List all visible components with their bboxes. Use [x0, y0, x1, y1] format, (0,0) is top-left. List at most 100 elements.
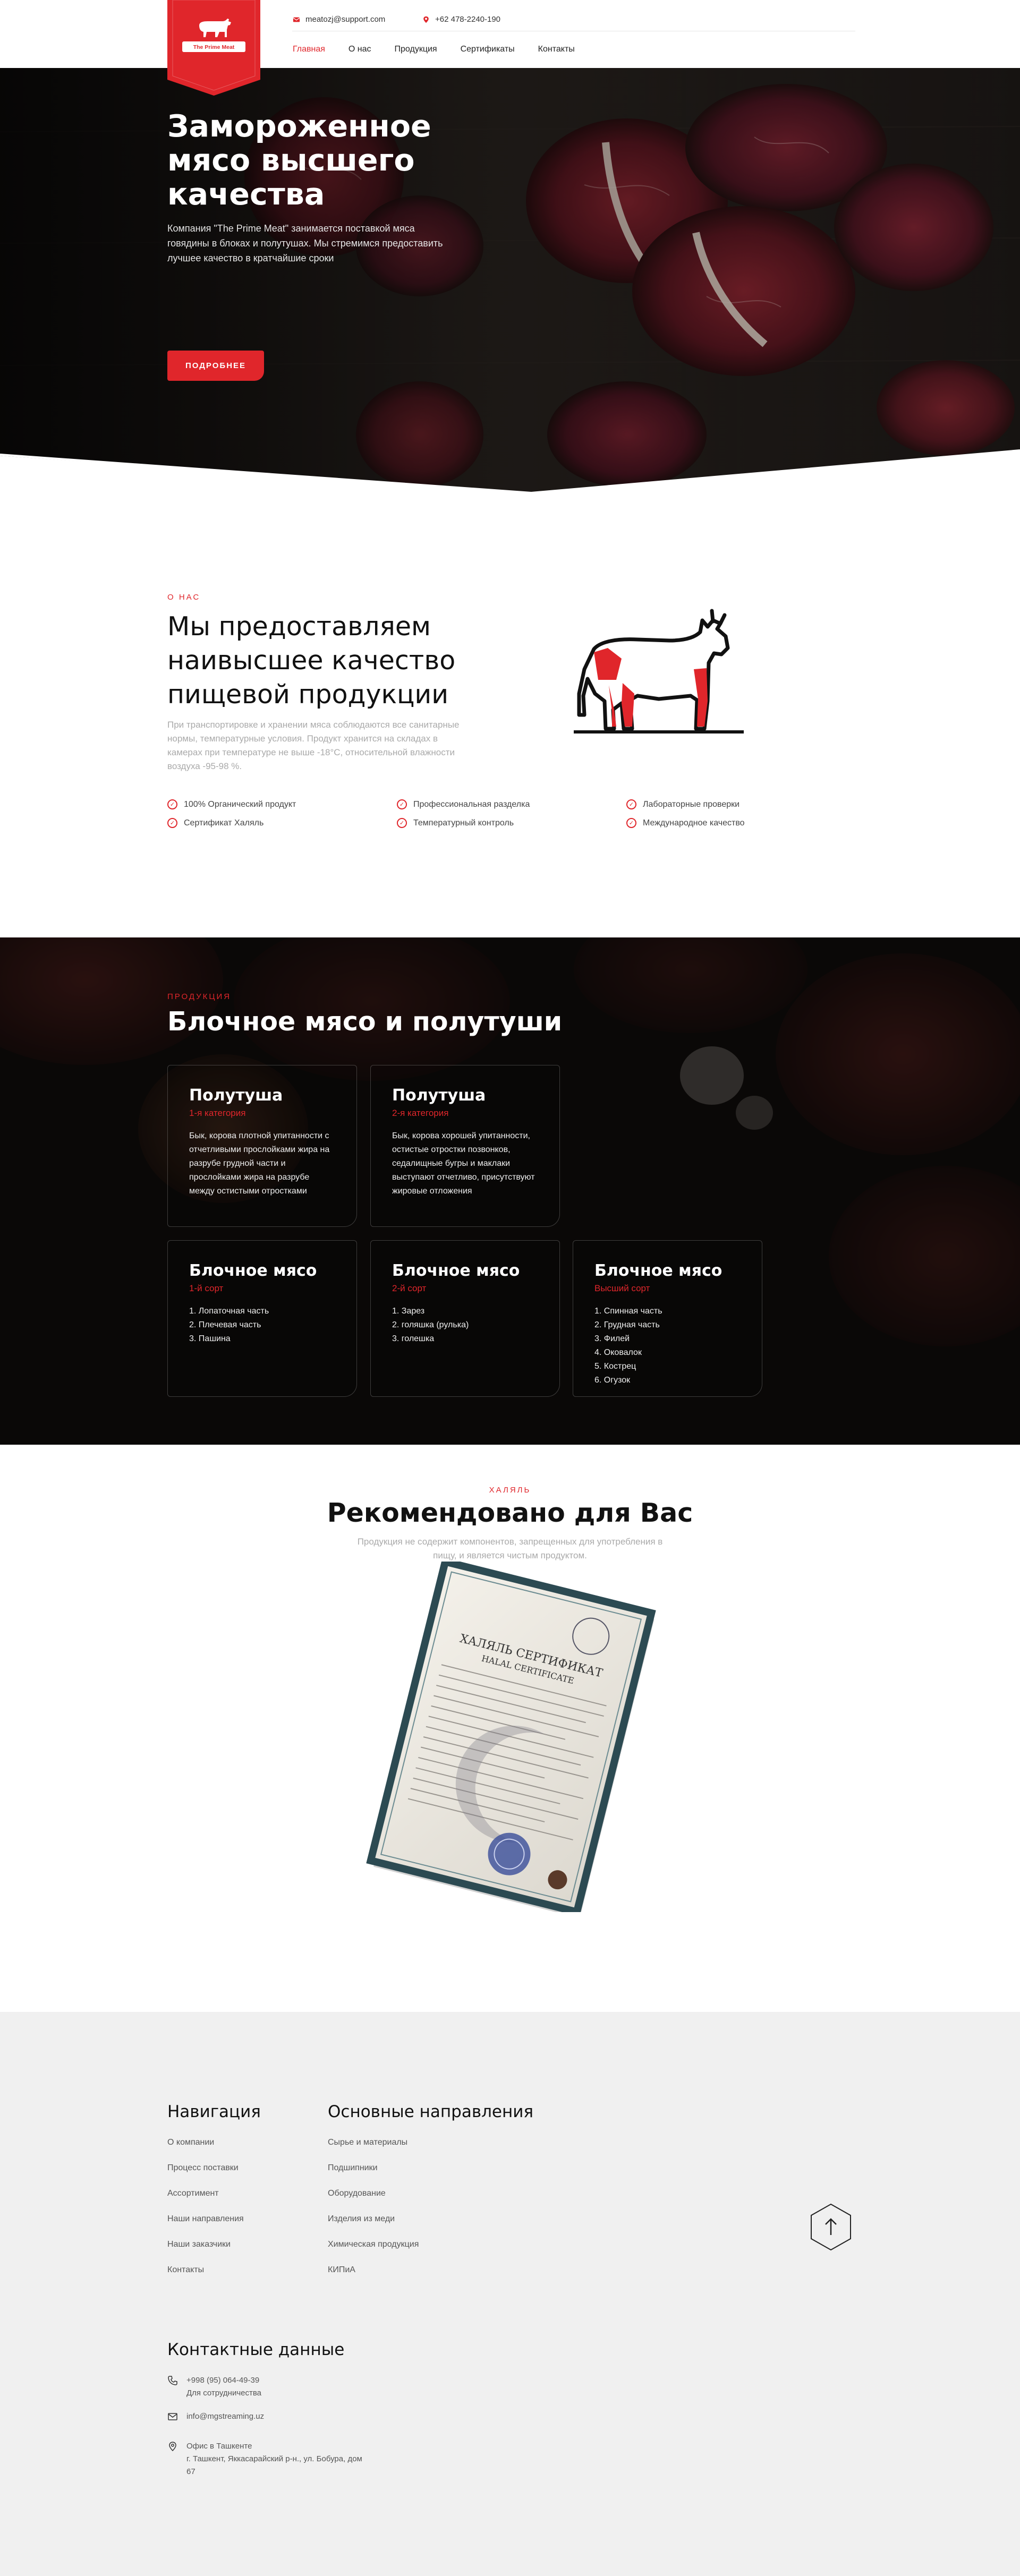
feature-label: Международное качество — [643, 818, 745, 828]
product-card-list: 1. Лопаточная часть 2. Плечевая часть 3.… — [189, 1304, 335, 1346]
nav-item-contacts[interactable]: Контакты — [538, 45, 575, 54]
scroll-to-top-button[interactable] — [810, 2203, 852, 2251]
footer-nav-title: Навигация — [167, 2102, 261, 2121]
product-card[interactable]: Блочное мясо 2-й сорт 1. Зарез 2. голяшк… — [370, 1240, 560, 1397]
footer-direction-link[interactable]: Оборудование — [328, 2189, 419, 2214]
footer-office-title: Офис в Ташкенте — [186, 2442, 252, 2451]
hero-section — [0, 68, 1020, 493]
product-list-item: 2. голяшка (рулька) — [392, 1320, 469, 1329]
header-phone-text: +62 478-2240-190 — [435, 15, 501, 24]
hero-more-button[interactable]: ПОДРОБНЕЕ — [167, 351, 265, 381]
location-pin-icon — [423, 16, 429, 23]
product-card-subtitle: 1-й сорт — [189, 1283, 224, 1293]
mail-icon — [293, 17, 300, 22]
site-logo[interactable]: The Prime Meat — [167, 0, 260, 96]
product-list-item: 3. Филей — [594, 1334, 630, 1343]
check-icon: ✓ — [167, 818, 177, 828]
product-card-list: 1. Спинная часть 2. Грудная часть 3. Фил… — [594, 1304, 741, 1387]
product-list-item: 3. Пашина — [189, 1334, 231, 1343]
products-title: Блочное мясо и полутуши — [167, 1006, 563, 1037]
check-icon: ✓ — [626, 818, 636, 828]
footer-direction-link[interactable]: Сырье и материалы — [328, 2138, 419, 2163]
check-icon: ✓ — [626, 799, 636, 809]
mail-icon — [168, 2413, 177, 2420]
product-card-title: Блочное мясо — [594, 1261, 722, 1280]
cow-illustration — [574, 609, 744, 733]
footer-direction-link[interactable]: КИПиА — [328, 2265, 419, 2291]
feature-label: Лабораторные проверки — [643, 799, 740, 809]
footer-directions-links: Сырье и материалы Подшипники Оборудовани… — [328, 2138, 419, 2291]
footer-office-address: г. Ташкент, Яккасарайский р-н., ул. Бобу… — [186, 2454, 362, 2476]
footer-contacts-title: Контактные данные — [167, 2340, 345, 2359]
product-card-subtitle: 1-я категория — [189, 1108, 246, 1118]
footer-office: Офис в Ташкенте г. Ташкент, Яккасарайски… — [167, 2440, 367, 2478]
footer-nav-link[interactable]: Контакты — [167, 2265, 244, 2291]
footer-direction-link[interactable]: Подшипники — [328, 2163, 419, 2189]
feature-label: 100% Органический продукт — [184, 799, 296, 809]
footer-nav-link[interactable]: Наши направления — [167, 2214, 244, 2240]
main-nav: Главная О нас Продукция Сертификаты Конт… — [293, 45, 575, 54]
nav-item-about[interactable]: О нас — [348, 45, 371, 54]
check-icon: ✓ — [397, 818, 407, 828]
header-email-text: meatozj@support.com — [305, 15, 386, 24]
product-list-item: 5. Кострец — [594, 1362, 636, 1371]
footer-direction-link[interactable]: Изделия из меди — [328, 2214, 419, 2240]
product-list-item: 4. Оковалок — [594, 1348, 642, 1357]
product-card-body: Бык, корова плотной упитанности с отчетл… — [189, 1131, 330, 1196]
hero-description: Компания "The Prime Meat" занимается пос… — [167, 223, 443, 263]
footer-directions-title: Основные направления — [328, 2102, 534, 2121]
check-icon: ✓ — [167, 799, 177, 809]
product-card[interactable]: Блочное мясо 1-й сорт 1. Лопаточная част… — [167, 1240, 357, 1397]
feature-item: ✓ Температурный контроль — [397, 818, 626, 828]
products-eyebrow: ПРОДУКЦИЯ — [167, 992, 232, 1001]
feature-item: ✓ 100% Органический продукт — [167, 799, 397, 809]
logo-text: The Prime Meat — [193, 44, 235, 50]
feature-item: ✓ Профессиональная разделка — [397, 799, 626, 809]
product-card-subtitle: 2-я категория — [392, 1108, 449, 1118]
header-email[interactable]: meatozj@support.com — [293, 15, 385, 24]
phone-icon — [168, 2376, 177, 2385]
product-card-list: 1. Зарез 2. голяшка (рулька) 3. голешка — [392, 1304, 538, 1346]
footer-phone[interactable]: +998 (95) 064-49-39 Для сотрудничества — [167, 2374, 261, 2400]
footer-nav-link[interactable]: О компании — [167, 2138, 244, 2163]
feature-item: ✓ Лабораторные проверки — [626, 799, 794, 809]
footer-nav-link[interactable]: Процесс поставки — [167, 2163, 244, 2189]
product-card-title: Блочное мясо — [189, 1261, 317, 1280]
product-list-item: 2. Плечевая часть — [189, 1320, 261, 1329]
footer-phone-note: Для сотрудничества — [186, 2389, 262, 2398]
footer-nav-link[interactable]: Наши заказчики — [167, 2240, 244, 2265]
site-footer — [0, 2012, 1020, 2576]
halal-title: Рекомендовано для Вас — [327, 1498, 693, 1528]
nav-item-products[interactable]: Продукция — [395, 45, 437, 54]
product-card-subtitle: Высший сорт — [594, 1283, 650, 1293]
feature-label: Профессиональная разделка — [413, 799, 530, 809]
product-card-subtitle: 2-й сорт — [392, 1283, 427, 1293]
footer-nav-link[interactable]: Ассортимент — [167, 2189, 244, 2214]
feature-label: Сертификат Халяль — [184, 818, 264, 828]
product-card[interactable]: Блочное мясо Высший сорт 1. Спинная част… — [573, 1240, 762, 1397]
about-eyebrow: О НАС — [167, 593, 201, 602]
product-card[interactable]: Полутуша 2-я категория Бык, корова хорош… — [370, 1065, 560, 1227]
site-header: meatozj@support.com +62 478-2240-190 Гла… — [0, 0, 1020, 68]
about-features: ✓ 100% Органический продукт ✓ Профессионал… — [167, 799, 794, 828]
product-list-item: 3. голешка — [392, 1334, 435, 1343]
product-list-item: 1. Спинная часть — [594, 1307, 662, 1316]
location-pin-icon — [169, 2442, 176, 2452]
footer-email[interactable]: info@mgstreaming.uz — [167, 2410, 264, 2423]
about-title: Мы предоставляем наивысшее качество пище… — [167, 611, 456, 710]
feature-item: ✓ Международное качество — [626, 818, 794, 828]
product-list-item: 6. Огузок — [594, 1376, 631, 1385]
footer-direction-link[interactable]: Химическая продукция — [328, 2240, 419, 2265]
about-description: При транспортировке и хранении мяса собл… — [167, 720, 460, 771]
halal-certificate-image[interactable]: ХАЛЯЛЬ СЕРТИФИКАТ HALAL CERTIFICATE — [357, 1562, 665, 1912]
footer-phone-number: +998 (95) 064-49-39 — [186, 2376, 260, 2385]
feature-label: Температурный контроль — [413, 818, 514, 828]
halal-eyebrow: ХАЛЯЛЬ — [489, 1486, 531, 1495]
product-list-item: 2. Грудная часть — [594, 1320, 660, 1329]
header-phone[interactable]: +62 478-2240-190 — [422, 15, 500, 24]
nav-item-certificates[interactable]: Сертификаты — [461, 45, 515, 54]
hero-background-image — [0, 68, 1020, 493]
product-card[interactable]: Полутуша 1-я категория Бык, корова плотн… — [167, 1065, 357, 1227]
nav-item-home[interactable]: Главная — [293, 45, 325, 54]
footer-email-text: info@mgstreaming.uz — [186, 2412, 265, 2421]
